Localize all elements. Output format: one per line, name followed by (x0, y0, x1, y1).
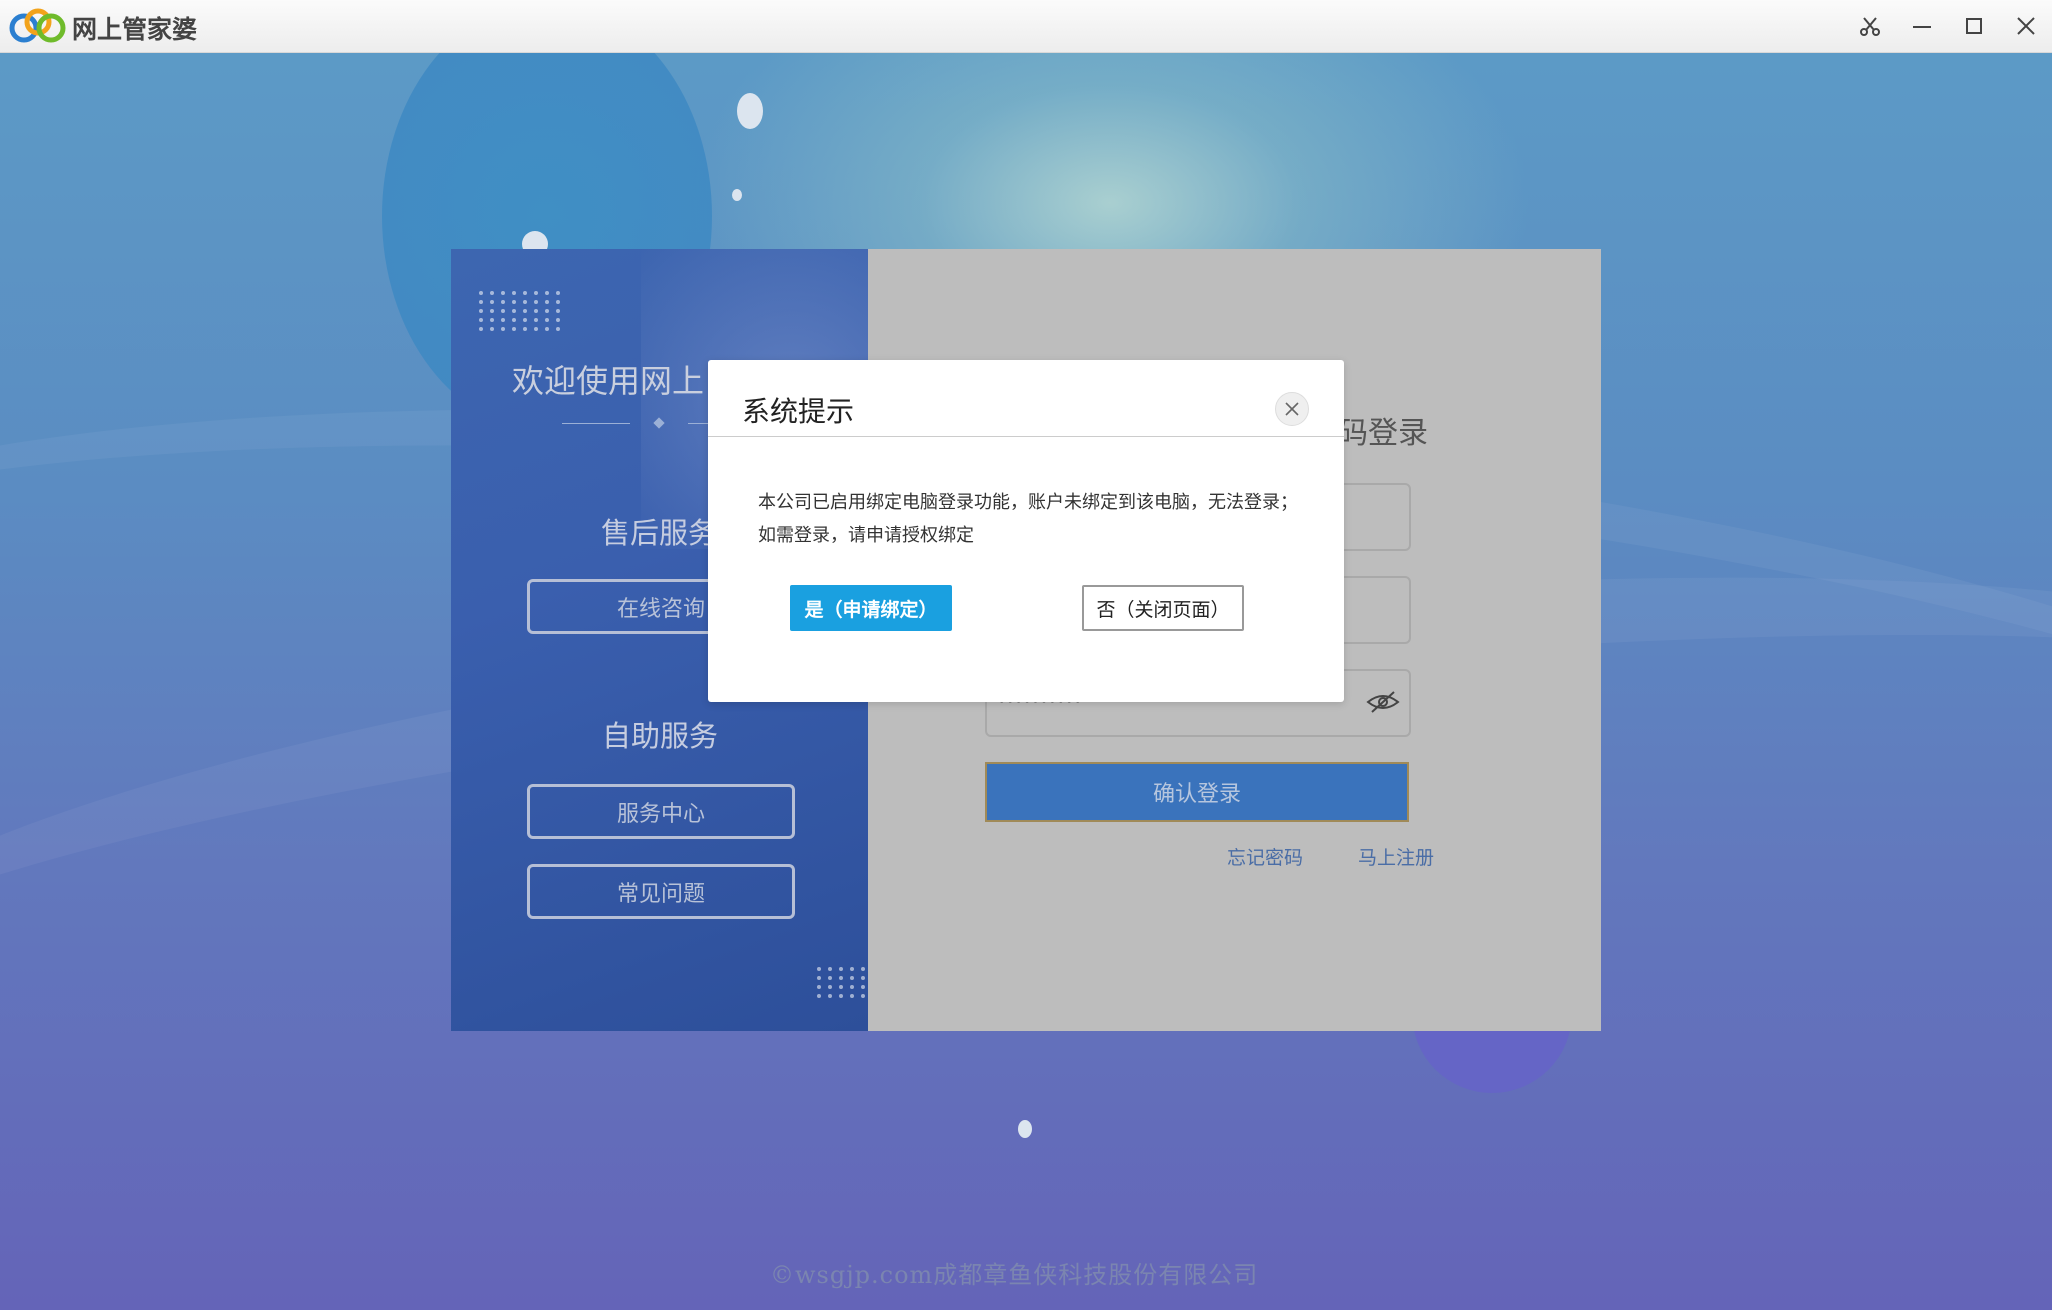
service-center-button[interactable]: 服务中心 (527, 784, 795, 839)
dialog-divider (708, 436, 1344, 437)
app-logo-icon (8, 6, 66, 46)
apply-binding-button[interactable]: 是（申请绑定） (790, 585, 952, 631)
background-dot (732, 189, 742, 201)
after-sales-title: 售后服务 (601, 516, 718, 550)
close-icon[interactable] (2010, 10, 2042, 42)
hide-password-icon[interactable] (1365, 687, 1401, 717)
forgot-password-link[interactable]: 忘记密码 (1227, 843, 1303, 870)
divider (688, 423, 708, 424)
dialog-close-icon[interactable] (1275, 392, 1309, 426)
app-title: 网上管家婆 (72, 15, 198, 44)
register-link[interactable]: 马上注册 (1358, 843, 1434, 870)
scissors-icon[interactable] (1854, 10, 1886, 42)
background-dot (1018, 1120, 1032, 1138)
welcome-text: 欢迎使用网上 (512, 362, 705, 400)
login-title: 码登录 (1338, 416, 1428, 451)
maximize-icon[interactable] (1958, 10, 1990, 42)
minimize-icon[interactable] (1906, 10, 1938, 42)
decor-dots (817, 967, 868, 998)
title-bar: 网上管家婆 (0, 0, 2052, 53)
dialog-message: 本公司已启用绑定电脑登录功能，账户未绑定到该电脑，无法登录；如需登录，请申请授权… (758, 492, 1298, 546)
background-dot (737, 93, 763, 129)
decor-dots (479, 291, 562, 331)
dialog-title: 系统提示 (742, 395, 855, 428)
self-service-title: 自助服务 (602, 719, 719, 753)
divider (562, 423, 630, 424)
system-prompt-dialog: 系统提示 本公司已启用绑定电脑登录功能，账户未绑定到该电脑，无法登录；如需登录，… (708, 360, 1344, 702)
close-page-button[interactable]: 否（关闭页面） (1082, 585, 1244, 631)
confirm-login-button[interactable]: 确认登录 (985, 762, 1409, 822)
faq-button[interactable]: 常见问题 (527, 864, 795, 919)
copyright: ©wsgjp.com成都章鱼侠科技股份有限公司 (770, 1261, 1259, 1289)
